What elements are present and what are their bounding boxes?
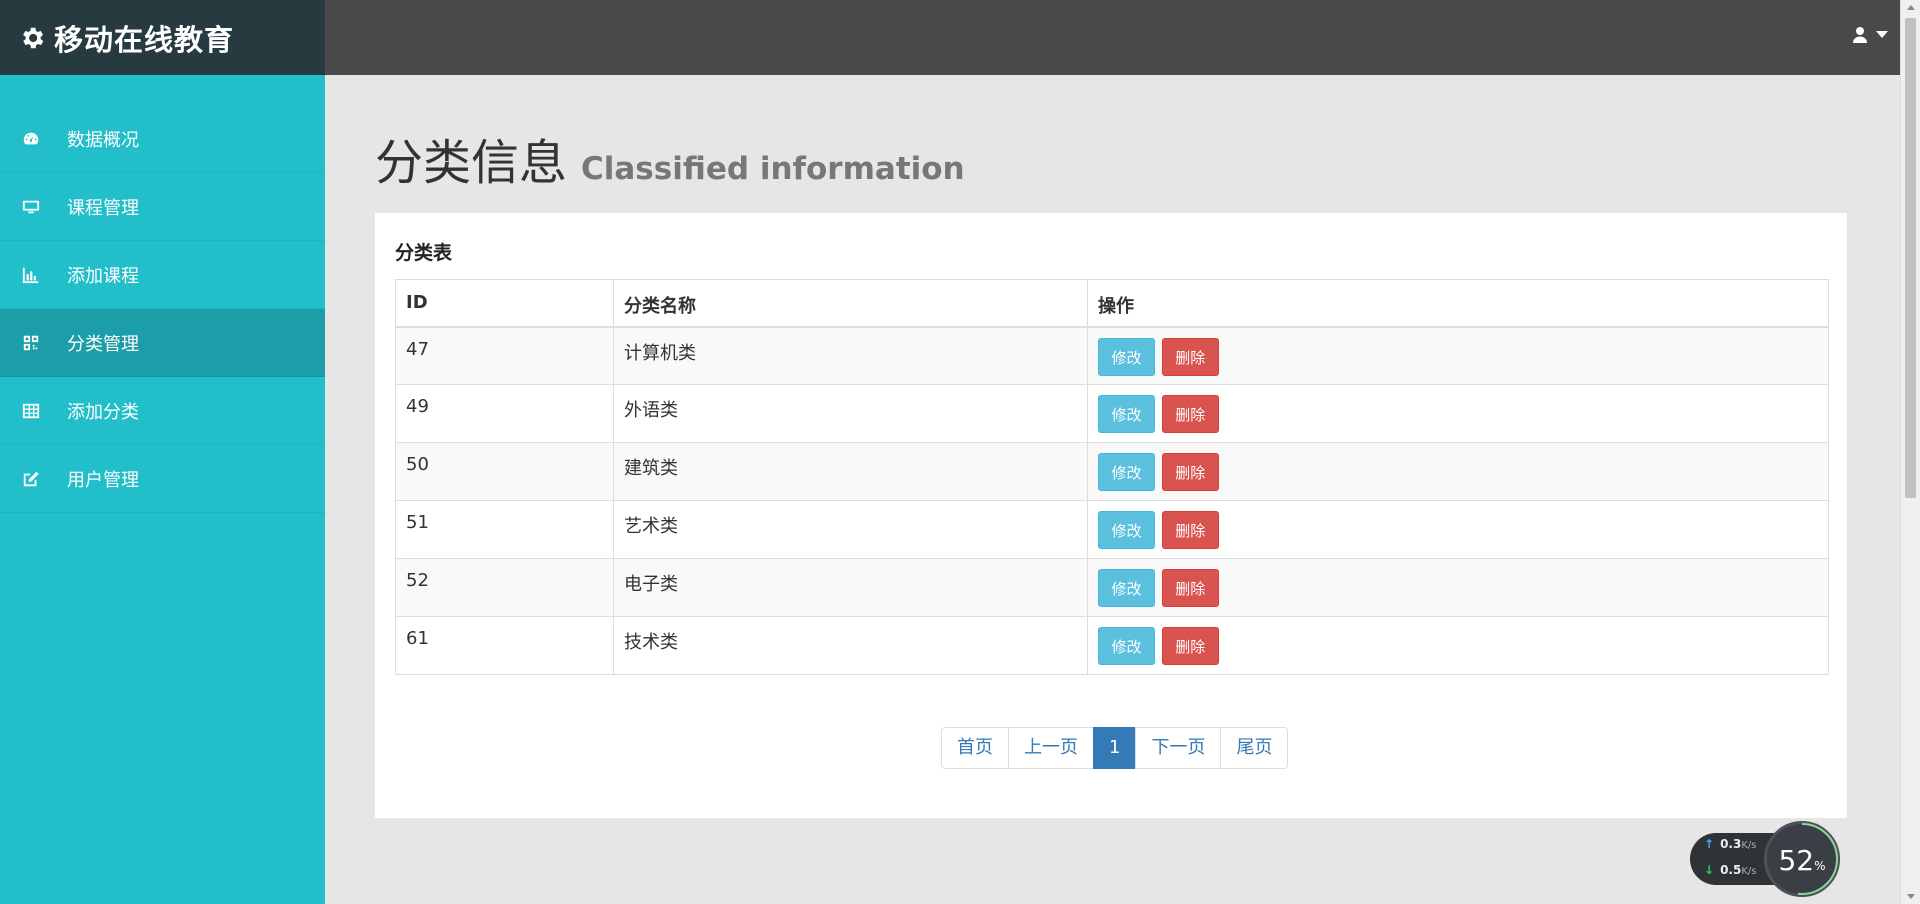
cell-actions: 修改 删除 xyxy=(1087,500,1829,559)
table-row: 49 外语类 修改 删除 xyxy=(395,384,1829,443)
panel-heading: 分类表 xyxy=(395,242,453,264)
brand[interactable]: 移动在线教育 xyxy=(0,0,325,75)
page-title-subtitle: Classified information xyxy=(581,151,965,187)
sidebar-nav: 数据概况 课程管理 添加课程 分类管理 添加分类 用户管理 xyxy=(0,105,325,513)
pagination-current-page[interactable]: 1 xyxy=(1093,727,1137,769)
delete-button[interactable]: 删除 xyxy=(1161,395,1219,433)
table-header-row: ID 分类名称 操作 xyxy=(395,279,1829,328)
delete-button[interactable]: 删除 xyxy=(1161,337,1219,376)
column-header-name: 分类名称 xyxy=(613,279,1088,328)
table-row: 47 计算机类 修改 删除 xyxy=(395,326,1829,385)
table-row: 51 艺术类 修改 删除 xyxy=(395,500,1829,559)
delete-button[interactable]: 删除 xyxy=(1161,569,1219,607)
pagination-prev[interactable]: 上一页 xyxy=(1008,727,1094,769)
user-menu[interactable] xyxy=(1852,26,1888,44)
cell-name: 技术类 xyxy=(613,616,1088,675)
cell-id: 50 xyxy=(395,442,614,501)
network-speed-widget[interactable]: ↑ 0.3K/s ↓ 0.5K/s 52% xyxy=(1690,821,1840,897)
category-table: ID 分类名称 操作 47 计算机类 修改 删除 49 外语类 修改 删除 50… xyxy=(395,279,1829,675)
upload-speed: ↑ 0.3K/s xyxy=(1704,837,1757,851)
column-header-id: ID xyxy=(395,279,614,328)
sidebar-item-add-course[interactable]: 添加课程 xyxy=(0,241,325,309)
table-row: 50 建筑类 修改 删除 xyxy=(395,442,1829,501)
sidebar-item-label: 添加课程 xyxy=(67,265,139,287)
memory-usage-circle: 52% xyxy=(1764,821,1840,897)
sidebar-item-label: 课程管理 xyxy=(67,197,139,219)
delete-button[interactable]: 删除 xyxy=(1161,511,1219,549)
edit-icon xyxy=(20,468,42,490)
edit-button[interactable]: 修改 xyxy=(1098,569,1155,607)
cell-name: 艺术类 xyxy=(613,500,1088,559)
scroll-up-arrow-icon[interactable] xyxy=(1907,5,1915,10)
qrcode-icon xyxy=(20,332,42,354)
cell-id: 52 xyxy=(395,558,614,617)
sidebar-item-add-category[interactable]: 添加分类 xyxy=(0,377,325,445)
pagination-next[interactable]: 下一页 xyxy=(1135,727,1222,769)
page-scrollbar[interactable] xyxy=(1900,0,1920,904)
top-bar xyxy=(325,0,1900,75)
category-panel: 分类表 ID 分类名称 操作 47 计算机类 修改 删除 49 外语类 修改 删… xyxy=(375,213,1847,818)
cell-id: 49 xyxy=(395,384,614,443)
download-speed: ↓ 0.5K/s xyxy=(1704,863,1757,877)
delete-button[interactable]: 删除 xyxy=(1161,453,1219,491)
scroll-down-arrow-icon[interactable] xyxy=(1907,894,1915,899)
cell-name: 电子类 xyxy=(613,558,1088,617)
sidebar-item-label: 分类管理 xyxy=(67,333,139,355)
edit-button[interactable]: 修改 xyxy=(1098,453,1155,491)
cell-id: 61 xyxy=(395,616,614,675)
edit-button[interactable]: 修改 xyxy=(1098,511,1155,549)
user-icon xyxy=(1853,27,1867,43)
cell-id: 51 xyxy=(395,500,614,559)
column-header-actions: 操作 xyxy=(1087,279,1829,328)
cell-name: 计算机类 xyxy=(613,326,1088,385)
cell-actions: 修改 删除 xyxy=(1087,326,1829,385)
sidebar-item-label: 用户管理 xyxy=(67,469,139,491)
sidebar-item-user-management[interactable]: 用户管理 xyxy=(0,445,325,513)
delete-button[interactable]: 删除 xyxy=(1161,627,1219,665)
cell-id: 47 xyxy=(395,326,614,385)
desktop-icon xyxy=(20,196,42,218)
cell-name: 建筑类 xyxy=(613,442,1088,501)
sidebar-item-course-management[interactable]: 课程管理 xyxy=(0,173,325,241)
download-arrow-icon: ↓ xyxy=(1704,863,1715,877)
cell-actions: 修改 删除 xyxy=(1087,384,1829,443)
gear-icon xyxy=(23,27,44,48)
sidebar: 移动在线教育 数据概况 课程管理 添加课程 分类管理 添加分类 用户管理 xyxy=(0,0,325,904)
sidebar-item-label: 添加分类 xyxy=(67,401,139,423)
usage-percent: 52% xyxy=(1778,844,1826,877)
page-title: 分类信息 Classified information xyxy=(375,123,965,193)
table-row: 61 技术类 修改 删除 xyxy=(395,616,1829,675)
cell-actions: 修改 删除 xyxy=(1087,558,1829,617)
table-icon xyxy=(20,400,42,422)
edit-button[interactable]: 修改 xyxy=(1098,627,1155,665)
brand-title: 移动在线教育 xyxy=(54,22,235,57)
pagination-last[interactable]: 尾页 xyxy=(1220,727,1289,769)
scrollbar-thumb[interactable] xyxy=(1905,18,1916,498)
cell-name: 外语类 xyxy=(613,384,1088,443)
page-title-main: 分类信息 xyxy=(375,135,568,191)
cell-actions: 修改 删除 xyxy=(1087,442,1829,501)
upload-arrow-icon: ↑ xyxy=(1704,837,1715,851)
bar-chart-icon xyxy=(20,264,42,286)
sidebar-item-label: 数据概况 xyxy=(67,129,139,151)
table-row: 52 电子类 修改 删除 xyxy=(395,558,1829,617)
sidebar-item-data-overview[interactable]: 数据概况 xyxy=(0,105,325,173)
dashboard-icon xyxy=(20,128,42,150)
cell-actions: 修改 删除 xyxy=(1087,616,1829,675)
edit-button[interactable]: 修改 xyxy=(1098,337,1155,376)
pagination-first[interactable]: 首页 xyxy=(941,727,1009,769)
edit-button[interactable]: 修改 xyxy=(1098,395,1155,433)
caret-down-icon xyxy=(1876,31,1888,38)
sidebar-item-category-management[interactable]: 分类管理 xyxy=(0,309,325,377)
pagination: 首页 上一页 1 下一页 尾页 xyxy=(941,727,1289,769)
